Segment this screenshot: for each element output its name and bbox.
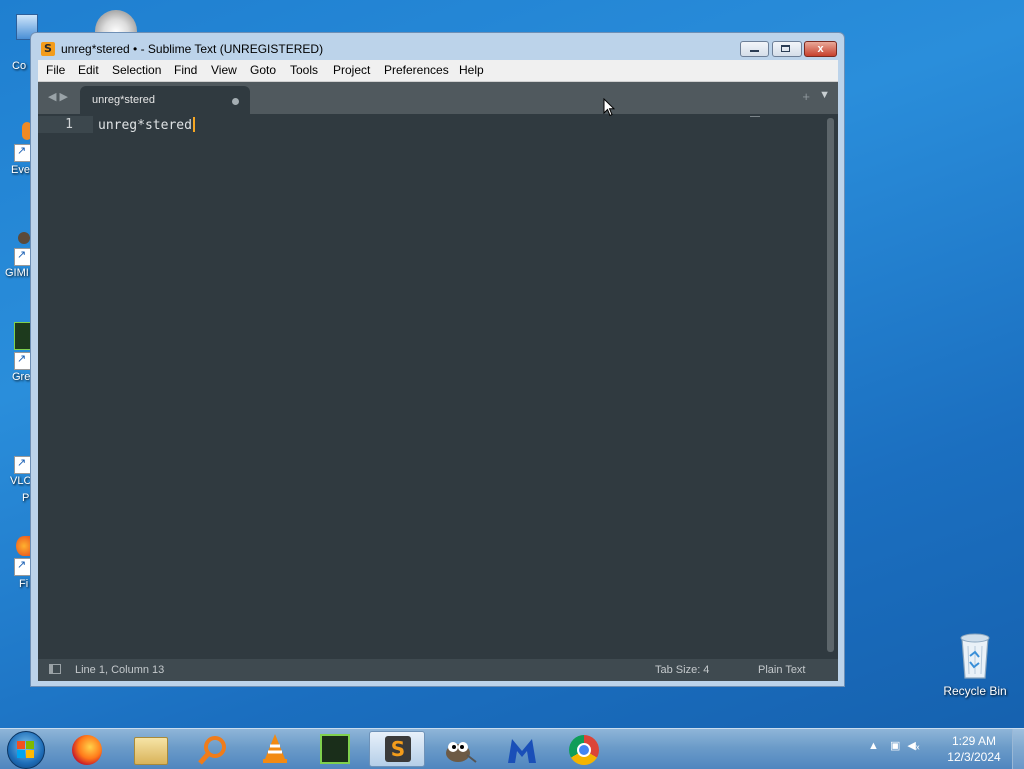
menu-project[interactable]: Project — [333, 63, 370, 77]
clock-date: 12/3/2024 — [947, 750, 1001, 764]
menu-edit[interactable]: Edit — [78, 63, 99, 77]
code-text: unreg*stered — [98, 118, 192, 133]
sublime-text-icon: S — [385, 736, 411, 762]
malwarebytes-icon — [508, 739, 536, 763]
desktop-icon-label: Gre — [12, 371, 31, 383]
toggle-panel-icon[interactable] — [49, 664, 61, 674]
desktop-icon-computer[interactable]: Co — [0, 10, 38, 72]
minimap[interactable] — [750, 116, 760, 117]
menu-preferences[interactable]: Preferences — [384, 63, 449, 77]
window-titlebar[interactable]: S unreg*stered • - Sublime Text (UNREGIS… — [31, 33, 844, 63]
taskbar: S ▲ ▣ ◀ₓ 1:29 AM 12/3/2024 — [0, 728, 1024, 769]
clock[interactable]: 1:29 AM 12/3/2024 — [944, 733, 1004, 765]
greenshot-icon — [320, 734, 350, 764]
desktop-icon-label: VLC — [10, 475, 32, 487]
windows-logo-icon — [17, 741, 35, 759]
menu-find[interactable]: Find — [174, 63, 197, 77]
magnifier-icon — [198, 736, 226, 765]
desktop-icon-label: Co — [12, 60, 27, 72]
taskbar-vlc[interactable] — [247, 731, 303, 767]
sublime-text-window: S unreg*stered • - Sublime Text (UNREGIS… — [30, 32, 845, 687]
maximize-icon — [781, 45, 790, 52]
tab-size-selector[interactable]: Tab Size: 4 — [655, 664, 709, 676]
text-caret — [192, 117, 195, 132]
status-bar: Line 1, Column 13 Tab Size: 4 Plain Text — [38, 659, 838, 681]
taskbar-search-everything[interactable] — [185, 731, 241, 767]
desktop-icon-firefox[interactable]: Fi — [0, 532, 32, 596]
network-icon[interactable]: ▣ — [890, 740, 900, 752]
menu-help[interactable]: Help — [459, 63, 484, 77]
system-tray: ▲ ▣ ◀ₓ — [868, 739, 920, 752]
new-tab-plus-icon[interactable]: + — [802, 89, 810, 104]
vlc-cone-icon — [263, 734, 287, 763]
menu-file[interactable]: File — [46, 63, 65, 77]
desktop-icon-gimp[interactable]: GIMI — [0, 228, 32, 288]
menu-bar: File Edit Selection Find View Goto Tools… — [38, 60, 838, 82]
maximize-button[interactable] — [772, 41, 802, 57]
sublime-text-icon: S — [41, 42, 55, 56]
desktop-icon-label-line2: P — [22, 492, 30, 504]
taskbar-sublime-text[interactable]: S — [369, 731, 425, 767]
menu-tools[interactable]: Tools — [290, 63, 318, 77]
desktop-icon-label: Eve — [11, 164, 30, 176]
menu-view[interactable]: View — [211, 63, 237, 77]
show-desktop-button[interactable] — [1012, 729, 1024, 769]
tab-bar: ◀▶ unreg*stered + ▼ — [38, 82, 838, 114]
taskbar-firefox[interactable] — [60, 731, 116, 767]
desktop-icon-label: Fi — [19, 578, 29, 590]
firefox-icon — [72, 735, 102, 765]
cd-icon — [95, 10, 137, 32]
tab-unregistered[interactable]: unreg*stered — [80, 86, 250, 114]
gimp-icon — [446, 742, 477, 763]
minimize-button[interactable] — [740, 41, 769, 57]
tab-list-dropdown-icon[interactable]: ▼ — [819, 89, 830, 101]
desktop-icon-label: GIMI — [5, 267, 29, 279]
mouse-pointer-icon — [603, 98, 615, 117]
minimize-icon — [750, 50, 759, 52]
desktop-icon-everything[interactable]: Eve — [0, 120, 32, 180]
start-button[interactable] — [7, 731, 45, 769]
syntax-selector[interactable]: Plain Text — [758, 664, 806, 676]
folder-icon — [134, 737, 168, 765]
clock-time: 1:29 AM — [951, 734, 997, 748]
tab-nav-arrows-icon[interactable]: ◀▶ — [48, 90, 71, 103]
volume-muted-icon[interactable]: ◀ₓ — [907, 740, 919, 752]
taskbar-file-explorer[interactable] — [122, 731, 178, 767]
desktop-icon-recycle-bin[interactable]: Recycle Bin — [940, 630, 1010, 700]
menu-selection[interactable]: Selection — [112, 63, 161, 77]
editor-area[interactable]: 1 unreg*stered — [38, 114, 838, 659]
menu-goto[interactable]: Goto — [250, 63, 276, 77]
window-title: unreg*stered • - Sublime Text (UNREGISTE… — [61, 42, 324, 56]
taskbar-malwarebytes[interactable] — [494, 731, 550, 767]
show-hidden-icons-icon[interactable]: ▲ — [868, 740, 879, 752]
unsaved-dot-icon[interactable] — [232, 98, 239, 105]
code-line[interactable]: unreg*stered — [98, 117, 195, 133]
recycle-bin-label: Recycle Bin — [943, 684, 1007, 698]
line-number: 1 — [65, 117, 73, 132]
desktop-icon-vlc[interactable]: VLC P — [0, 452, 32, 512]
gimp-icon — [18, 232, 30, 244]
cursor-position: Line 1, Column 13 — [75, 664, 165, 676]
close-icon: x — [817, 43, 824, 55]
close-button[interactable]: x — [804, 41, 837, 57]
desktop-icon-greenshot[interactable]: Gre — [0, 318, 34, 388]
taskbar-chrome[interactable] — [556, 731, 612, 767]
tab-label: unreg*stered — [92, 94, 155, 106]
recycle-bin-icon — [960, 633, 990, 679]
vertical-scrollbar[interactable] — [827, 118, 834, 652]
taskbar-gimp[interactable] — [432, 731, 488, 767]
taskbar-greenshot[interactable] — [308, 731, 364, 767]
chrome-icon — [569, 735, 599, 765]
